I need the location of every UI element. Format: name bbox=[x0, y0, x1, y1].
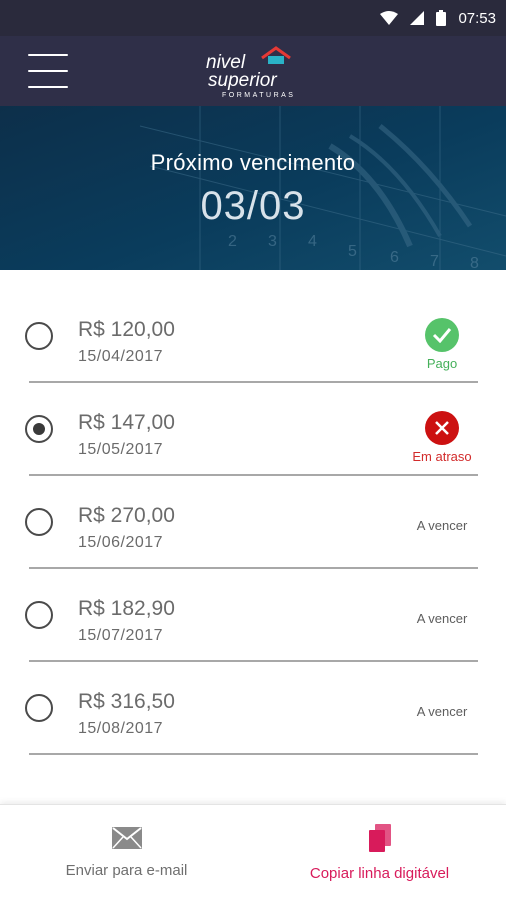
list-item[interactable]: R$ 316,50 15/08/2017 A vencer bbox=[0, 662, 506, 755]
error-circle-icon bbox=[425, 411, 459, 445]
installment-amount: R$ 120,00 bbox=[78, 318, 175, 341]
installment-amount: R$ 182,90 bbox=[78, 597, 175, 620]
installment-due-date: 15/08/2017 bbox=[78, 720, 164, 737]
battery-icon bbox=[436, 10, 447, 26]
status-label: Em atraso bbox=[412, 449, 472, 464]
svg-text:2: 2 bbox=[228, 233, 237, 250]
installment-amount: R$ 270,00 bbox=[78, 504, 175, 527]
next-due-date: 03/03 bbox=[200, 184, 306, 228]
installment-due-date: 15/04/2017 bbox=[78, 348, 164, 365]
svg-text:5: 5 bbox=[348, 243, 357, 260]
radio-button[interactable] bbox=[25, 508, 53, 536]
status-label: A vencer bbox=[416, 704, 468, 719]
status-badge: A vencer bbox=[402, 704, 482, 719]
divider bbox=[29, 753, 478, 755]
status-time: 07:53 bbox=[458, 9, 496, 27]
status-bar: 07:53 bbox=[0, 0, 506, 36]
svg-text:superior: superior bbox=[208, 70, 277, 91]
radio-button[interactable] bbox=[25, 322, 53, 350]
svg-text:7: 7 bbox=[430, 253, 439, 270]
installment-due-date: 15/07/2017 bbox=[78, 627, 164, 644]
list-item[interactable]: R$ 120,00 15/04/2017 Pago bbox=[0, 290, 506, 383]
app-bar: nivel superior FORMATURAS bbox=[0, 36, 506, 106]
hamburger-menu-icon[interactable] bbox=[28, 54, 68, 88]
installment-due-date: 15/06/2017 bbox=[78, 534, 164, 551]
bottom-action-bar: Enviar para e-mail Copiar linha digitáve… bbox=[0, 804, 506, 900]
status-badge: Pago bbox=[402, 318, 482, 371]
status-badge: A vencer bbox=[402, 518, 482, 533]
status-badge: Em atraso bbox=[402, 411, 482, 464]
svg-text:3: 3 bbox=[268, 233, 277, 250]
status-label: Pago bbox=[426, 356, 458, 371]
svg-text:4: 4 bbox=[308, 233, 317, 250]
send-email-label: Enviar para e-mail bbox=[65, 862, 188, 879]
installment-amount: R$ 316,50 bbox=[78, 690, 175, 713]
status-badge: A vencer bbox=[402, 611, 482, 626]
svg-text:8: 8 bbox=[470, 255, 479, 270]
list-item[interactable]: R$ 147,00 15/05/2017 Em atraso bbox=[0, 383, 506, 476]
status-label: A vencer bbox=[416, 611, 468, 626]
next-due-banner: 2 3 4 5 6 7 8 Próximo vencimento 03/03 bbox=[0, 106, 506, 270]
installments-list: R$ 120,00 15/04/2017 Pago R$ 147,00 15/0… bbox=[0, 290, 506, 755]
send-email-button[interactable]: Enviar para e-mail bbox=[0, 805, 253, 900]
list-item[interactable]: R$ 182,90 15/07/2017 A vencer bbox=[0, 569, 506, 662]
installment-amount: R$ 147,00 bbox=[78, 411, 175, 434]
next-due-title: Próximo vencimento bbox=[150, 150, 356, 175]
svg-text:FORMATURAS: FORMATURAS bbox=[222, 92, 295, 99]
copy-icon bbox=[368, 824, 391, 857]
radio-button[interactable] bbox=[25, 601, 53, 629]
envelope-icon bbox=[111, 827, 142, 854]
brand-logo: nivel superior FORMATURAS bbox=[200, 44, 310, 100]
wifi-icon bbox=[380, 11, 399, 25]
check-circle-icon bbox=[425, 318, 459, 352]
installment-due-date: 15/05/2017 bbox=[78, 441, 164, 458]
radio-button[interactable] bbox=[25, 415, 53, 443]
status-label: A vencer bbox=[416, 518, 468, 533]
svg-text:6: 6 bbox=[390, 249, 399, 266]
copy-barcode-button[interactable]: Copiar linha digitável bbox=[253, 805, 506, 900]
radio-button[interactable] bbox=[25, 694, 53, 722]
copy-barcode-label: Copiar linha digitável bbox=[309, 865, 450, 882]
signal-icon bbox=[410, 11, 425, 25]
list-item[interactable]: R$ 270,00 15/06/2017 A vencer bbox=[0, 476, 506, 569]
